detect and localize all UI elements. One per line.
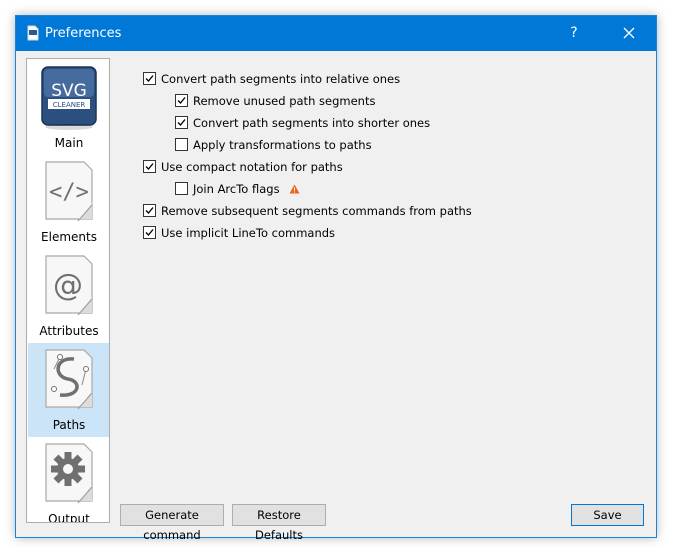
sidebar-item-label: Main <box>54 136 84 150</box>
logo-text-cleaner: CLEANER <box>53 101 86 109</box>
checkbox[interactable] <box>143 204 156 217</box>
close-button[interactable] <box>606 16 652 51</box>
preferences-dialog: Preferences ? SVG CLEANER Main </> Eleme… <box>15 15 657 542</box>
save-button[interactable]: Save <box>571 504 644 526</box>
option-label: Use compact notation for paths <box>161 160 343 174</box>
sidebar-item-elements[interactable]: </> Elements <box>28 155 109 249</box>
check-icon <box>177 119 186 126</box>
option-label: Convert path segments into relative ones <box>161 72 401 86</box>
restore-defaults-button[interactable]: Restore Defaults <box>232 504 326 542</box>
sidebar-item-main[interactable]: SVG CLEANER Main <box>28 61 109 155</box>
checkbox[interactable] <box>143 72 156 85</box>
check-icon <box>145 163 154 170</box>
sidebar-item-label: Output <box>48 512 90 523</box>
code-tag-icon: </> <box>45 161 93 222</box>
sidebar-item-label: Elements <box>41 230 97 244</box>
check-icon <box>145 75 154 82</box>
check-icon <box>145 229 154 236</box>
checkbox[interactable] <box>143 160 156 173</box>
warning-icon <box>289 184 300 194</box>
sidebar: SVG CLEANER Main </> Elements @ Attribut… <box>26 58 110 523</box>
bezier-path-icon <box>45 349 93 410</box>
sidebar-item-output[interactable]: Output <box>28 437 109 523</box>
check-icon <box>177 97 186 104</box>
option-label: Convert path segments into shorter ones <box>193 116 431 130</box>
sidebar-item-paths[interactable]: Paths <box>28 343 109 437</box>
app-icon <box>25 25 41 41</box>
checkbox[interactable] <box>175 182 188 195</box>
close-icon <box>623 27 635 39</box>
checkbox[interactable] <box>175 116 188 129</box>
check-icon <box>145 207 154 214</box>
option-label: Join ArcTo flags <box>193 182 280 196</box>
title-bar[interactable]: Preferences ? <box>16 16 656 51</box>
option-label: Remove subsequent segments commands from… <box>161 204 472 218</box>
sidebar-item-label: Paths <box>52 418 86 432</box>
window-title: Preferences <box>45 26 122 41</box>
sidebar-item-label: Attributes <box>39 324 99 338</box>
checkbox[interactable] <box>143 226 156 239</box>
code-tag-glyph: </> <box>49 180 89 205</box>
option-label: Use implicit LineTo commands <box>161 226 336 240</box>
gear-icon <box>45 443 93 504</box>
option-label: Remove unused path segments <box>193 94 376 108</box>
at-sign-glyph: @ <box>53 268 83 303</box>
at-sign-icon: @ <box>45 255 93 316</box>
svg-cleaner-logo-icon: SVG CLEANER <box>41 66 97 130</box>
generate-command-button[interactable]: Generate command <box>120 504 224 542</box>
help-button[interactable]: ? <box>551 16 597 51</box>
option-label: Apply transformations to paths <box>193 138 372 152</box>
checkbox[interactable] <box>175 94 188 107</box>
sidebar-item-attributes[interactable]: @ Attributes <box>28 249 109 343</box>
logo-text-svg: SVG <box>51 81 87 101</box>
checkbox[interactable] <box>175 138 188 151</box>
